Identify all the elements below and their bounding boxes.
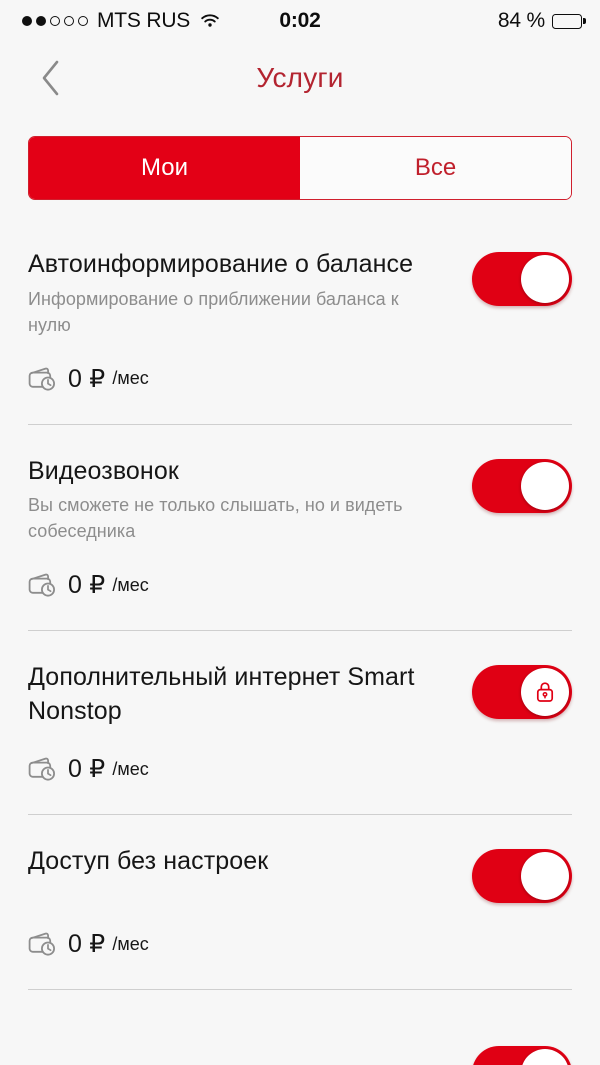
status-bar-right: 84 % xyxy=(498,9,582,33)
service-toggle[interactable] xyxy=(472,849,572,904)
price-amount: 0 ₽ xyxy=(68,571,106,600)
row-spacer xyxy=(0,425,600,455)
row-spacer xyxy=(0,631,600,661)
service-price: 0 ₽ /мес xyxy=(28,364,572,424)
service-price: 0 ₽ /мес xyxy=(28,929,572,989)
price-period: /мес xyxy=(112,933,149,954)
tab-all-services[interactable]: Все xyxy=(300,137,571,199)
service-text-block: Автоинформирование о балансе Информирова… xyxy=(28,248,454,338)
service-text-block: Дополнительный интернет Smart Nonstop xyxy=(28,661,454,728)
service-row[interactable]: Видеозвонок Вы сможете не только слышать… xyxy=(0,455,600,631)
wallet-clock-icon xyxy=(28,574,55,597)
service-toggle[interactable] xyxy=(472,458,572,513)
service-row[interactable]: Автоинформирование о балансе Информирова… xyxy=(0,248,600,424)
toggle-knob xyxy=(521,461,569,510)
status-bar: MTS RUS 0:02 84 % xyxy=(0,0,600,42)
next-service-row-partial xyxy=(0,1039,600,1065)
toggle-knob xyxy=(521,1049,569,1065)
service-row[interactable]: Доступ без настроек 0 ₽ /мес xyxy=(0,845,600,989)
segmented-control[interactable]: Мои Все xyxy=(28,136,572,200)
service-toggle[interactable] xyxy=(472,252,572,306)
wallet-clock-icon xyxy=(28,933,55,956)
navigation-bar: Услуги xyxy=(0,42,600,114)
segmented-control-wrapper: Мои Все xyxy=(0,114,600,200)
lock-icon xyxy=(536,682,554,703)
service-text-block: Видеозвонок Вы сможете не только слышать… xyxy=(28,455,454,545)
price-amount: 0 ₽ xyxy=(68,755,106,784)
status-bar-left: MTS RUS xyxy=(22,9,221,33)
tab-my-services[interactable]: Мои xyxy=(29,137,300,199)
wallet-clock-icon xyxy=(28,758,55,781)
price-period: /мес xyxy=(112,758,149,779)
battery-percent-label: 84 % xyxy=(497,9,545,32)
back-button[interactable] xyxy=(28,55,74,101)
price-amount: 0 ₽ xyxy=(68,364,106,393)
service-title: Дополнительный интернет Smart Nonstop xyxy=(28,663,415,725)
service-subtitle: Информирование о приближении баланса к н… xyxy=(28,288,399,335)
wallet-clock-icon xyxy=(28,367,55,391)
service-price: 0 ₽ /мес xyxy=(28,754,572,814)
service-title: Доступ без настроек xyxy=(28,847,269,876)
wifi-icon xyxy=(199,13,221,29)
price-period: /мес xyxy=(112,574,149,595)
signal-strength-icon xyxy=(22,16,88,26)
services-list: Автоинформирование о балансе Информирова… xyxy=(0,248,600,1020)
service-text-block: Доступ без настроек xyxy=(28,845,454,879)
battery-icon xyxy=(552,13,582,29)
toggle-knob xyxy=(521,255,569,303)
price-amount: 0 ₽ xyxy=(68,930,106,959)
service-row[interactable]: Дополнительный интернет Smart Nonstop 0 … xyxy=(0,661,600,814)
row-spacer xyxy=(0,815,600,845)
service-toggle[interactable] xyxy=(472,1046,572,1065)
service-title: Видеозвонок xyxy=(28,456,179,485)
page-title: Услуги xyxy=(256,62,344,93)
chevron-left-icon xyxy=(39,59,63,97)
service-subtitle: Вы сможете не только слышать, но и видет… xyxy=(28,495,403,542)
price-period: /мес xyxy=(112,368,149,389)
service-toggle[interactable] xyxy=(472,665,572,720)
service-title: Автоинформирование о балансе xyxy=(28,250,414,278)
row-spacer xyxy=(0,990,600,1020)
toggle-knob xyxy=(521,668,569,717)
carrier-label: MTS RUS xyxy=(97,9,191,32)
toggle-knob xyxy=(521,852,569,901)
service-price: 0 ₽ /мес xyxy=(28,570,572,630)
